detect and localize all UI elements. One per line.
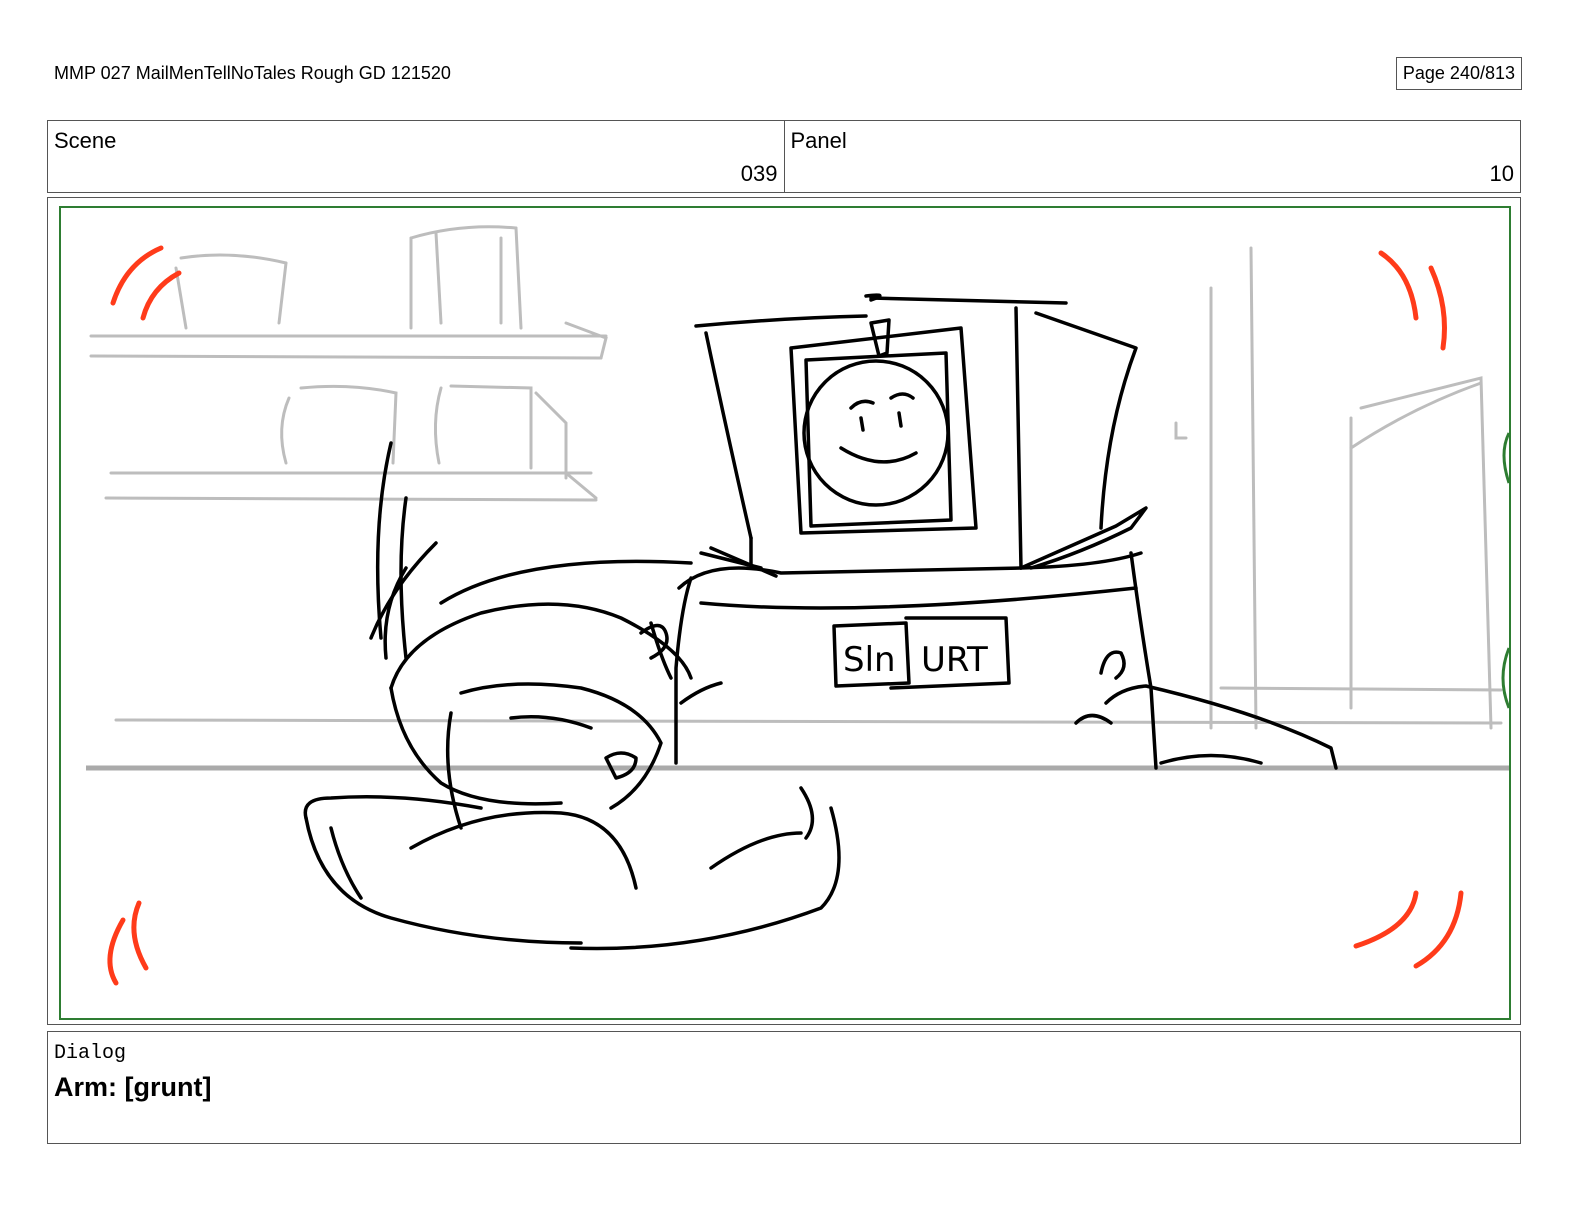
lying-figure bbox=[303, 441, 841, 951]
robot-character bbox=[674, 293, 1338, 770]
scene-label: Scene bbox=[54, 128, 117, 153]
sign-text-right: URT bbox=[921, 640, 988, 680]
sketch-drawing: Sln URT bbox=[86, 225, 1509, 986]
page-number-box: Page 240/813 bbox=[1395, 57, 1522, 90]
edge-marks bbox=[1501, 432, 1509, 709]
document-title: MMP 027 MailMenTellNoTales Rough GD 1215… bbox=[54, 63, 451, 83]
storyboard-frame: Sln URT bbox=[47, 197, 1521, 1025]
background-shelves bbox=[89, 225, 1503, 730]
panel-number: 10 bbox=[1489, 161, 1514, 186]
panel-cell: Panel 10 bbox=[783, 121, 1521, 192]
scene-cell: Scene 039 bbox=[48, 121, 784, 192]
dialog-box: Dialog Arm: [grunt] bbox=[47, 1031, 1521, 1144]
panel-label: Panel bbox=[790, 128, 847, 153]
scene-number: 039 bbox=[740, 161, 778, 186]
dialog-label: Dialog bbox=[54, 1042, 127, 1065]
scene-panel-info: Scene 039 Panel 10 bbox=[47, 120, 1521, 193]
storyboard-artwork: Sln URT bbox=[59, 206, 1511, 1020]
sign-text-left: Sln bbox=[843, 640, 896, 680]
dialog-text: Arm: [grunt] bbox=[54, 1072, 212, 1102]
